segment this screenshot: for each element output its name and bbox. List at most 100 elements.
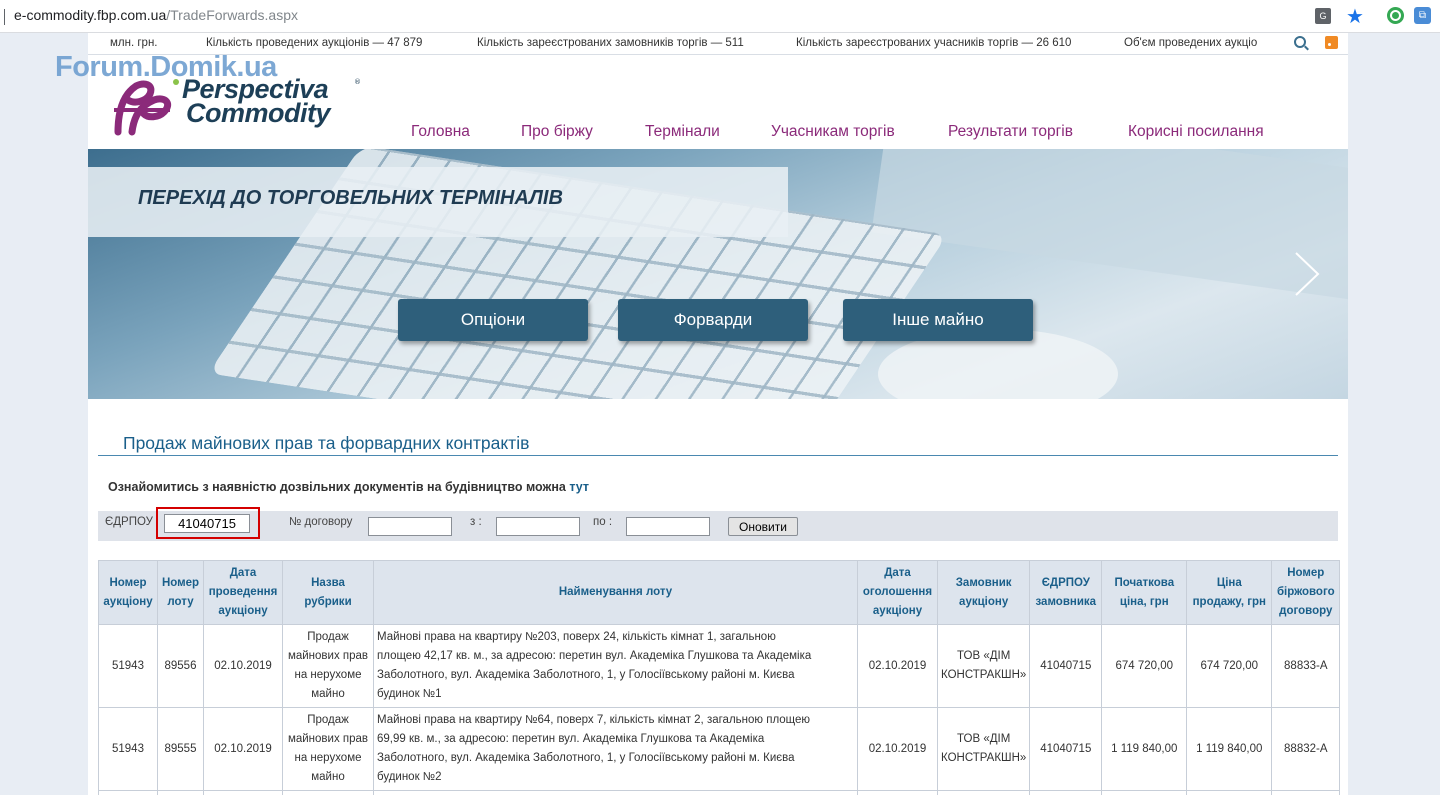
refresh-button[interactable]: Оновити xyxy=(728,517,798,536)
col-lot-number[interactable]: Номер лоту xyxy=(157,560,204,625)
cell-text: будинок №1 xyxy=(377,688,442,700)
cell-empty xyxy=(1101,790,1188,795)
banner-screen-image xyxy=(871,149,1348,305)
date-from-input[interactable] xyxy=(496,517,580,536)
header-text: Номер xyxy=(1287,567,1325,579)
extension-icon[interactable]: ⧉ xyxy=(1414,7,1431,24)
cell-text: Майнові права на квартиру №203, поверх 2… xyxy=(377,631,776,643)
cell-empty xyxy=(157,790,204,795)
nav-home[interactable]: Головна xyxy=(411,123,470,141)
nav-terminals[interactable]: Термінали xyxy=(645,123,720,141)
stats-item: Кількість проведених аукціонів — 47 879 xyxy=(206,37,423,49)
header-text: Назва xyxy=(311,576,345,589)
edrpou-input[interactable] xyxy=(164,514,250,533)
col-customer[interactable]: Замовник аукціону xyxy=(936,560,1031,625)
cell-text: площею 42,17 кв. м., за адресою: перетин… xyxy=(377,650,812,662)
cell-category: Продаж майнових прав на нерухоме майно xyxy=(282,707,374,791)
cell-lot: 89556 xyxy=(157,624,204,708)
other-property-button[interactable]: Інше майно xyxy=(843,299,1033,341)
header-text: Замовник xyxy=(955,576,1012,589)
header-text: Найменування лоту xyxy=(558,586,673,598)
logo-trademark: ® xyxy=(354,78,361,86)
cell-date: 02.10.2019 xyxy=(203,624,283,708)
header-text: аукціону xyxy=(218,605,268,617)
cell-empty xyxy=(1271,790,1341,795)
permits-note-text: Ознайомитись з наявністю дозвільних доку… xyxy=(108,480,570,494)
cell-text: майнових прав xyxy=(287,650,369,662)
search-icon[interactable] xyxy=(1294,36,1306,48)
col-customer-edrpou[interactable]: ЄДРПОУ замовника xyxy=(1029,560,1103,625)
watermark: Forum.Domik.ua xyxy=(55,51,277,83)
url-field[interactable]: e-commodity.fbp.com.ua/TradeForwards.asp… xyxy=(14,7,298,23)
cell-text: Майнові права на квартиру №64, поверх 7,… xyxy=(377,714,811,726)
results-table: Номер аукціону Номер лоту Дата проведення ау… xyxy=(98,560,1341,795)
cell-customer: ТОВ «ДІМ КОНСТРАКШН» xyxy=(936,707,1031,791)
cell-empty xyxy=(936,790,1031,795)
nav-about[interactable]: Про біржу xyxy=(521,123,593,141)
date-to-input[interactable] xyxy=(626,517,710,536)
col-contract-number[interactable]: Номер біржового договору xyxy=(1271,560,1341,625)
cell-empty xyxy=(373,790,858,795)
cell-lot-name: Майнові права на квартиру №203, поверх 2… xyxy=(373,624,858,708)
permits-link[interactable]: тут xyxy=(569,480,589,494)
cell-text: на нерухоме xyxy=(294,669,362,681)
table-row xyxy=(98,790,1341,795)
header-text: біржового xyxy=(1276,586,1335,598)
contract-number-label: № договору xyxy=(289,516,353,528)
cell-edrpou: 41040715 xyxy=(1029,624,1103,708)
col-auction-number[interactable]: Номер аукціону xyxy=(98,560,158,625)
cell-announce-date: 02.10.2019 xyxy=(857,707,938,791)
header-text: Номер xyxy=(109,576,147,589)
cell-empty xyxy=(857,790,938,795)
cell-empty xyxy=(98,790,158,795)
header-text: Номер xyxy=(161,576,200,589)
hero-banner: ПЕРЕХІД ДО ТОРГОВЕЛЬНИХ ТЕРМІНАЛІВ Опціо… xyxy=(88,149,1348,399)
cell-text: Продаж xyxy=(307,714,349,726)
col-lot-name[interactable]: Найменування лоту xyxy=(373,560,858,625)
url-host: e-commodity.fbp.com.ua xyxy=(14,7,167,23)
extension-record-icon[interactable] xyxy=(1387,7,1404,24)
date-from-label: з : xyxy=(470,516,482,528)
section-divider xyxy=(98,455,1338,456)
header-text: аукціону xyxy=(103,595,153,608)
nav-results[interactable]: Результати торгів xyxy=(948,123,1073,141)
header-text: аукціону xyxy=(872,605,923,617)
table-row: 51943 89556 02.10.2019 Продаж майнових пр… xyxy=(98,624,1341,708)
translate-icon[interactable]: G xyxy=(1315,8,1331,24)
forwards-button[interactable]: Форварди xyxy=(618,299,808,341)
slider-next-icon[interactable] xyxy=(1294,251,1320,297)
cell-text: майно xyxy=(311,688,345,700)
nav-useful-links[interactable]: Корисні посилання xyxy=(1128,123,1264,141)
cell-announce-date: 02.10.2019 xyxy=(857,624,938,708)
contract-number-input[interactable] xyxy=(368,517,452,536)
cell-sale-price: 674 720,00 xyxy=(1186,624,1273,708)
url-path: /TradeForwards.aspx xyxy=(166,7,298,23)
cell-start-price: 674 720,00 xyxy=(1101,624,1188,708)
col-sale-price[interactable]: Ціна продажу, грн xyxy=(1186,560,1273,625)
cell-empty xyxy=(203,790,283,795)
rss-icon[interactable] xyxy=(1325,36,1338,49)
col-category[interactable]: Назва рубрики xyxy=(282,560,374,625)
cell-empty xyxy=(282,790,374,795)
cell-start-price: 1 119 840,00 xyxy=(1101,707,1188,791)
header-text: оголошення xyxy=(862,586,933,598)
cell-text: КОНСТРАКШН» xyxy=(941,669,1027,681)
stats-ticker: млн. грн. Кількість проведених аукціонів… xyxy=(88,33,1348,55)
section-title: Продаж майнових прав та форвардних контр… xyxy=(123,433,530,453)
cell-date: 02.10.2019 xyxy=(203,707,283,791)
bookmark-star-icon[interactable]: ★ xyxy=(1346,4,1364,28)
browser-address-bar: e-commodity.fbp.com.ua/TradeForwards.asp… xyxy=(0,0,1440,33)
header-text: ціна, грн xyxy=(1119,595,1169,608)
header-text: Дата xyxy=(884,567,911,579)
options-button[interactable]: Опціони xyxy=(398,299,588,341)
cell-lot-name: Майнові права на квартиру №64, поверх 7,… xyxy=(373,707,858,791)
cell-text: 69,99 кв. м., за адресою: перетин вул. А… xyxy=(377,733,765,745)
header-text: проведення xyxy=(208,586,278,598)
nav-participants[interactable]: Учасникам торгів xyxy=(771,123,895,141)
stats-item: млн. грн. xyxy=(110,37,158,49)
cell-text: ТОВ «ДІМ xyxy=(957,650,1011,662)
col-start-price[interactable]: Початкова ціна, грн xyxy=(1101,560,1188,625)
col-announce-date[interactable]: Дата оголошення аукціону xyxy=(857,560,938,625)
permits-note: Ознайомитись з наявністю дозвільних доку… xyxy=(108,480,589,494)
col-auction-date[interactable]: Дата проведення аукціону xyxy=(203,560,283,625)
